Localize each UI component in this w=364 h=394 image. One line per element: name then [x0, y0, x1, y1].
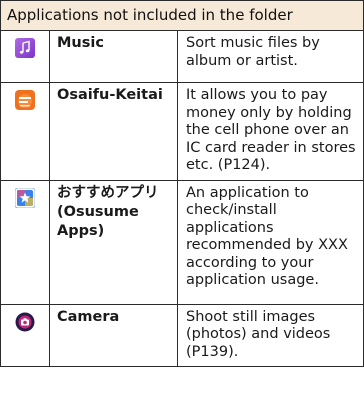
app-description: Shoot still images (photos) and videos (… [177, 303, 364, 367]
music-note-icon [15, 38, 35, 58]
table-header-row: Applications not included in the folder [0, 0, 364, 31]
icon-cell [0, 30, 50, 83]
app-name: Music [49, 30, 178, 83]
table-row: Music Sort music files by album or artis… [0, 30, 364, 83]
icon-cell [0, 179, 50, 305]
table-row: おすすめアプリ(Osusume Apps) An application to … [0, 179, 364, 305]
app-name: Osaifu-Keitai [49, 82, 178, 181]
applications-table: Applications not included in the folder [0, 0, 364, 367]
app-name: Camera [49, 303, 178, 367]
table-header: Applications not included in the folder [0, 0, 364, 31]
table-row: Camera Shoot still images (photos) and v… [0, 303, 364, 367]
app-description: An application to check/install applicat… [177, 179, 364, 305]
icon-cell [0, 82, 50, 181]
table-row: Osaifu-Keitai It allows you to pay money… [0, 82, 364, 181]
document-page: Applications not included in the folder [0, 0, 364, 394]
app-description: Sort music files by album or artist. [177, 30, 364, 83]
osaifu-keitai-icon [15, 90, 35, 110]
app-description: It allows you to pay money only by holdi… [177, 82, 364, 181]
icon-cell [0, 303, 50, 367]
app-name: おすすめアプリ(Osusume Apps) [49, 179, 178, 305]
osusume-apps-star-icon [15, 187, 35, 208]
camera-icon [15, 312, 35, 332]
